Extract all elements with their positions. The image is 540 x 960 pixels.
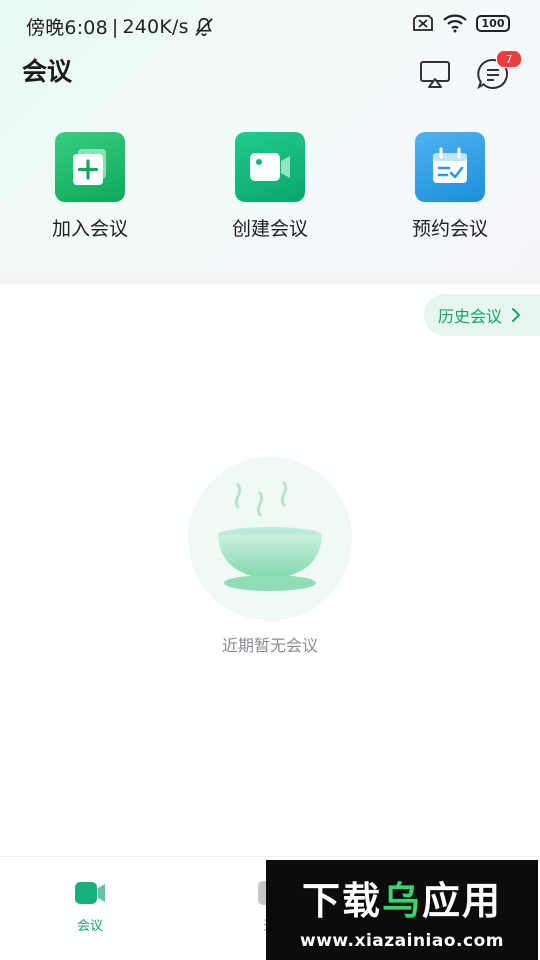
status-right: 100 bbox=[412, 13, 510, 33]
section-divider bbox=[0, 272, 540, 284]
status-time: 傍晚6:08 bbox=[26, 17, 108, 39]
meeting-screen: 傍晚6:08 | 240K/s 100 会议 7 加入会议 创建会议 预约会议 … bbox=[0, 0, 540, 960]
empty-bowl-illustration bbox=[188, 457, 352, 621]
history-meetings-label: 历史会议 bbox=[438, 307, 503, 326]
nav-tab-meetings[interactable]: 会议 bbox=[30, 857, 150, 960]
empty-state-text: 近期暂无会议 bbox=[221, 636, 318, 655]
watermark-title: 下载乌应用 bbox=[302, 870, 502, 925]
create-meeting-tile bbox=[235, 132, 305, 202]
calendar-check-icon bbox=[433, 147, 467, 183]
sim-off-icon bbox=[413, 15, 433, 31]
watermark-banner: 下载乌应用 www.xiazainiao.com bbox=[266, 860, 538, 960]
nav-label-meetings: 会议 bbox=[76, 919, 103, 934]
join-meeting-button[interactable]: 加入会议 bbox=[20, 132, 160, 242]
network-speed: 240K/s bbox=[122, 15, 189, 38]
watermark-title-part3: 应用 bbox=[422, 878, 503, 923]
schedule-meeting-button[interactable]: 预约会议 bbox=[380, 132, 520, 242]
status-bar: 傍晚6:08 | 240K/s 100 bbox=[0, 0, 540, 48]
message-count-badge: 7 bbox=[496, 50, 522, 68]
bell-muted-icon bbox=[194, 17, 213, 36]
watermark-url: www.xiazainiao.com bbox=[300, 930, 504, 951]
plus-square-icon bbox=[73, 149, 106, 185]
page-title: 会议 bbox=[22, 57, 73, 86]
schedule-meeting-label: 预约会议 bbox=[411, 218, 488, 240]
join-meeting-label: 加入会议 bbox=[51, 218, 128, 240]
join-meeting-tile bbox=[55, 132, 125, 202]
watermark-title-part2: 乌 bbox=[381, 878, 422, 923]
history-meetings-button[interactable]: 历史会议 bbox=[424, 294, 540, 336]
video-camera-icon bbox=[250, 153, 290, 181]
battery-level: 100 bbox=[481, 16, 505, 30]
video-camera-icon bbox=[75, 882, 105, 904]
watermark-title-part1: 下载 bbox=[301, 878, 382, 923]
status-left: 傍晚6:08 | 240K/s bbox=[26, 13, 215, 40]
screen-cast-icon[interactable] bbox=[418, 58, 452, 90]
create-meeting-button[interactable]: 创建会议 bbox=[200, 132, 340, 242]
schedule-meeting-tile bbox=[415, 132, 485, 202]
chevron-right-icon bbox=[512, 308, 521, 322]
wifi-icon bbox=[443, 14, 467, 33]
status-separator: | bbox=[111, 15, 119, 38]
create-meeting-label: 创建会议 bbox=[231, 218, 308, 240]
battery-indicator: 100 bbox=[476, 14, 510, 32]
